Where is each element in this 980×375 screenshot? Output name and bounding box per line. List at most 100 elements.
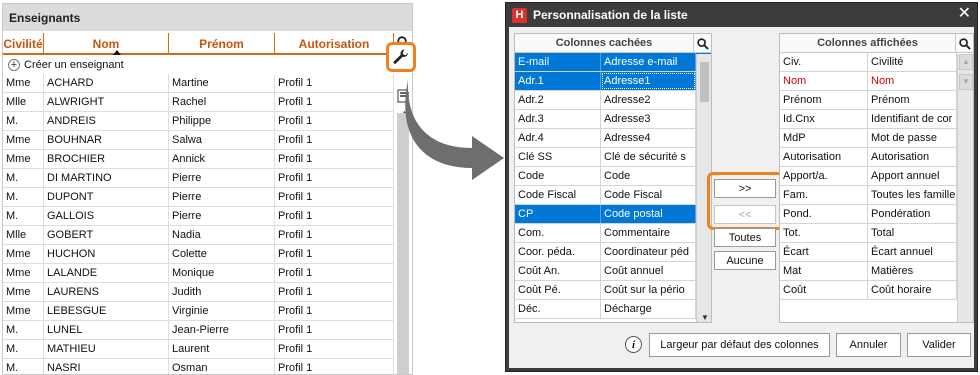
cell-civilite: Mme — [3, 264, 44, 282]
table-row[interactable]: Mme LALANDE Monique Profil 1 — [3, 264, 394, 283]
move-up-icon[interactable]: ▲ — [959, 54, 973, 70]
shown-order-controls: ▲ ▼ — [957, 54, 973, 322]
shown-column-list-item[interactable]: Mat Matières — [780, 262, 973, 281]
hidden-column-item-code: Coût Pé. — [515, 281, 601, 299]
cell-autorisation: Profil 1 — [275, 340, 394, 358]
shown-column-list-item[interactable]: Fam. Toutes les famille — [780, 186, 973, 205]
cell-prenom: Pierre — [169, 169, 275, 187]
hidden-column-list-item[interactable]: CP Code postal — [515, 205, 711, 224]
cell-prenom: Colette — [169, 245, 275, 263]
cell-civilite: Mlle — [3, 226, 44, 244]
shown-column-item-code: Écart — [780, 243, 868, 261]
hidden-column-list-item[interactable]: Déc. Décharge — [515, 300, 711, 319]
table-row[interactable]: Mme ACHARD Martine Profil 1 — [3, 74, 394, 93]
hidden-column-item-code: Adr.3 — [515, 110, 601, 128]
shown-column-list-item[interactable]: Civ. Civilité — [780, 53, 973, 72]
move-down-icon[interactable]: ▼ — [959, 74, 973, 90]
cell-nom: LALANDE — [44, 264, 169, 282]
cell-prenom: Salwa — [169, 131, 275, 149]
hidden-column-list-item[interactable]: Com. Commentaire — [515, 224, 711, 243]
table-row[interactable]: M. GALLOIS Pierre Profil 1 — [3, 207, 394, 226]
scroll-down-icon[interactable]: ▼ — [701, 313, 709, 322]
shown-column-list-item[interactable]: Apport/a. Apport annuel — [780, 167, 973, 186]
hidden-column-list-item[interactable]: Code Code — [515, 167, 711, 186]
shown-column-item-code: Autorisation — [780, 148, 868, 166]
shown-column-item-code: Tot. — [780, 224, 868, 242]
create-teacher-row[interactable]: + Créer un enseignant — [3, 55, 394, 73]
customize-list-button[interactable] — [386, 42, 416, 72]
table-row[interactable]: Mlle ALWRIGHT Rachel Profil 1 — [3, 93, 394, 112]
hidden-search-button[interactable] — [693, 34, 711, 53]
table-row[interactable]: M. NASRI Osman Profil 1 — [3, 359, 394, 374]
cell-nom: ACHARD — [44, 74, 169, 92]
info-icon[interactable]: i — [625, 336, 642, 353]
hidden-column-list-item[interactable]: Adr.4 Adresse4 — [515, 129, 711, 148]
cell-nom: BOUHNAR — [44, 131, 169, 149]
shown-column-list-item[interactable]: Coût Coût horaire — [780, 281, 973, 300]
cell-autorisation: Profil 1 — [275, 169, 394, 187]
default-column-width-button[interactable]: Largeur par défaut des colonnes — [649, 333, 830, 357]
close-icon[interactable]: ✕ — [958, 6, 971, 22]
cell-prenom: Martine — [169, 74, 275, 92]
table-row[interactable]: Mme LAURENS Judith Profil 1 — [3, 283, 394, 302]
cell-nom: BROCHIER — [44, 150, 169, 168]
table-row[interactable]: Mme BOUHNAR Salwa Profil 1 — [3, 131, 394, 150]
cell-autorisation: Profil 1 — [275, 188, 394, 206]
cell-autorisation: Profil 1 — [275, 283, 394, 301]
table-row[interactable]: M. LUNEL Jean-Pierre Profil 1 — [3, 321, 394, 340]
column-header-civilite[interactable]: Civilité — [3, 33, 44, 53]
table-row[interactable]: M. ANDREIS Philippe Profil 1 — [3, 112, 394, 131]
shown-column-list-item[interactable]: Autorisation Autorisation — [780, 148, 973, 167]
table-row[interactable]: Mme BROCHIER Annick Profil 1 — [3, 150, 394, 169]
hidden-column-list-item[interactable]: Coor. péda. Coordinateur péd — [515, 243, 711, 262]
cell-civilite: Mme — [3, 74, 44, 92]
shown-column-list-item[interactable]: Pond. Pondération — [780, 205, 973, 224]
cell-nom: DUPONT — [44, 188, 169, 206]
select-all-button[interactable]: Toutes — [714, 228, 776, 247]
hidden-scroll-thumb[interactable] — [700, 62, 709, 102]
cell-civilite: Mme — [3, 150, 44, 168]
search-icon — [696, 37, 709, 50]
cell-civilite: Mme — [3, 245, 44, 263]
table-row[interactable]: M. DI MARTINO Pierre Profil 1 — [3, 169, 394, 188]
column-header-prenom[interactable]: Prénom — [169, 33, 275, 53]
hidden-column-list-item[interactable]: Adr.3 Adresse3 — [515, 110, 711, 129]
table-row[interactable]: M. MATHIEU Laurent Profil 1 — [3, 340, 394, 359]
shown-column-list-item[interactable]: Id.Cnx Identifiant de cor — [780, 110, 973, 129]
table-row[interactable]: Mme LEBESGUE Virginie Profil 1 — [3, 302, 394, 321]
table-row[interactable]: Mlle GOBERT Nadia Profil 1 — [3, 226, 394, 245]
shown-column-list-item[interactable]: Tot. Total — [780, 224, 973, 243]
column-header-autorisation[interactable]: Autorisation — [275, 33, 394, 53]
cell-civilite: M. — [3, 321, 44, 339]
shown-column-item-code: Apport/a. — [780, 167, 868, 185]
hidden-column-list-item[interactable]: Adr.2 Adresse2 — [515, 91, 711, 110]
hidden-column-list-item[interactable]: Coût An. Coût annuel — [515, 262, 711, 281]
cell-nom: GALLOIS — [44, 207, 169, 225]
hidden-column-list-item[interactable]: Coût Pé. Coût sur la pério — [515, 281, 711, 300]
shown-column-item-code: Mat — [780, 262, 868, 280]
hidden-column-list-item[interactable]: Adr.1 Adresse1 — [515, 72, 711, 91]
shown-column-list-item[interactable]: MdP Mot de passe — [780, 129, 973, 148]
hidden-column-list-item[interactable]: Code Fiscal Code Fiscal — [515, 186, 711, 205]
table-row[interactable]: M. DUPONT Pierre Profil 1 — [3, 188, 394, 207]
shown-search-button[interactable] — [955, 34, 973, 53]
column-header-nom[interactable]: Nom — [44, 33, 169, 55]
hidden-column-list-item[interactable]: Clé SS Clé de sécurité s — [515, 148, 711, 167]
shown-column-list-item[interactable]: Nom Nom — [780, 72, 973, 91]
shown-column-item-label: Matières — [868, 262, 957, 280]
dialog-titlebar[interactable]: H Personnalisation de la liste — [506, 3, 977, 27]
table-row[interactable]: Mme HUCHON Colette Profil 1 — [3, 245, 394, 264]
remove-columns-button[interactable]: << — [714, 205, 776, 224]
shown-column-list-item[interactable]: Prénom Prénom — [780, 91, 973, 110]
validate-button[interactable]: Valider — [907, 333, 971, 357]
cell-civilite: Mlle — [3, 93, 44, 111]
add-columns-button[interactable]: >> — [714, 179, 776, 198]
hidden-column-list-item[interactable]: E-mail Adresse e-mail — [515, 53, 711, 72]
cancel-button[interactable]: Annuler — [836, 333, 901, 357]
cell-prenom: Laurent — [169, 340, 275, 358]
select-none-button[interactable]: Aucune — [714, 251, 776, 270]
hidden-column-item-code: Coor. péda. — [515, 243, 601, 261]
shown-column-list-item[interactable]: Écart Écart annuel — [780, 243, 973, 262]
dialog-body: Colonnes cachées E-mail Adresse e-mail Adr… — [509, 27, 974, 368]
shown-column-item-code: Nom — [780, 72, 868, 90]
